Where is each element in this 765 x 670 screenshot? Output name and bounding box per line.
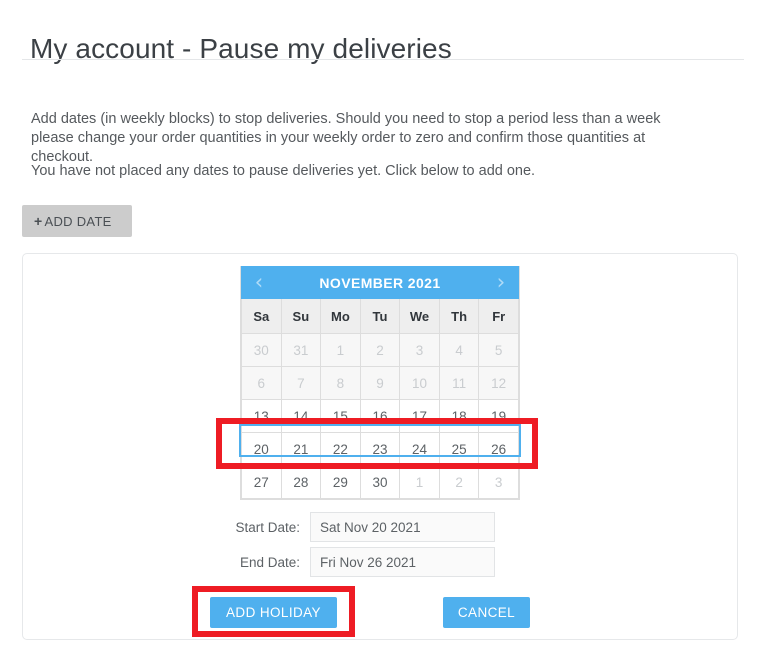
- add-date-label: ADD DATE: [44, 214, 112, 229]
- calendar-day-cell[interactable]: 14: [280, 399, 322, 433]
- calendar-day-cell: 5: [478, 333, 519, 367]
- calendar-day-cell: 1: [320, 333, 361, 367]
- calendar-day-cell[interactable]: 29: [320, 465, 361, 499]
- end-date-label: End Date:: [239, 554, 300, 570]
- calendar-day-cell: 8: [320, 366, 361, 400]
- calendar-day-cell: 3: [399, 333, 440, 367]
- calendar-day-cell[interactable]: 26: [478, 432, 519, 466]
- calendar-day-cell[interactable]: 21: [280, 432, 322, 466]
- date-picker-calendar: ‹ NOVEMBER 2021 › Sa Su Mo Tu We Th Fr 30 31 1 2 3…: [240, 266, 520, 500]
- end-date-row: End Date:: [215, 547, 495, 577]
- calendar-day-cell: 30: [241, 333, 282, 367]
- calendar-day-cell[interactable]: 27: [241, 465, 282, 499]
- calendar-weekday-mo: Mo: [320, 299, 361, 334]
- calendar-day-cell: 9: [359, 366, 401, 400]
- calendar-weekday-fr: Fr: [478, 299, 519, 334]
- calendar-grid: Sa Su Mo Tu We Th Fr 30 31 1 2 3 4 5 6 7 8 9 10 11 12 13 14 15…: [241, 299, 519, 499]
- calendar-day-cell: 7: [280, 366, 322, 400]
- calendar-day-cell[interactable]: 23: [359, 432, 401, 466]
- calendar-weekday-th: Th: [438, 299, 480, 334]
- calendar-week-row: 30 31 1 2 3 4 5: [241, 333, 519, 367]
- calendar-day-cell: 12: [478, 366, 519, 400]
- calendar-day-cell[interactable]: 20: [241, 432, 282, 466]
- intro-paragraph-2: You have not placed any dates to pause d…: [31, 162, 536, 179]
- calendar-day-cell[interactable]: 25: [438, 432, 480, 466]
- calendar-day-cell[interactable]: 3: [478, 465, 519, 499]
- calendar-day-cell[interactable]: 22: [320, 432, 361, 466]
- calendar-weekday-we: We: [399, 299, 440, 334]
- calendar-day-cell: 6: [241, 366, 282, 400]
- calendar-weekday-row: Sa Su Mo Tu We Th Fr: [241, 299, 519, 334]
- calendar-day-cell: 10: [399, 366, 440, 400]
- calendar-day-cell[interactable]: 30: [359, 465, 401, 499]
- calendar-day-cell: 31: [280, 333, 322, 367]
- calendar-day-cell[interactable]: 16: [359, 399, 401, 433]
- add-holiday-button[interactable]: ADD HOLIDAY: [210, 597, 337, 628]
- calendar-week-row: 27 28 29 30 1 2 3: [241, 465, 519, 499]
- calendar-day-cell[interactable]: 17: [399, 399, 440, 433]
- calendar-day-cell[interactable]: 18: [438, 399, 480, 433]
- start-date-row: Start Date:: [215, 512, 495, 542]
- calendar-day-cell[interactable]: 1: [399, 465, 440, 499]
- calendar-month-title: NOVEMBER 2021: [319, 274, 441, 291]
- calendar-day-cell: 11: [438, 366, 480, 400]
- calendar-weekday-sa: Sa: [241, 299, 282, 334]
- cancel-button[interactable]: CANCEL: [443, 597, 530, 628]
- calendar-header: ‹ NOVEMBER 2021 ›: [241, 266, 519, 299]
- calendar-week-row: 20 21 22 23 24 25 26: [241, 432, 519, 466]
- calendar-day-cell[interactable]: 15: [320, 399, 361, 433]
- start-date-input[interactable]: [310, 512, 495, 542]
- calendar-day-cell[interactable]: 2: [438, 465, 480, 499]
- calendar-week-row: 6 7 8 9 10 11 12: [241, 366, 519, 400]
- calendar-day-cell: 2: [359, 333, 401, 367]
- chevron-right-icon[interactable]: ›: [491, 272, 511, 293]
- intro-paragraph-1: Add dates (in weekly blocks) to stop del…: [31, 110, 661, 165]
- plus-icon: +: [34, 213, 43, 229]
- calendar-day-cell[interactable]: 13: [241, 399, 282, 433]
- start-date-label: Start Date:: [235, 519, 300, 535]
- title-divider: [22, 59, 744, 60]
- calendar-week-row: 13 14 15 16 17 18 19: [241, 399, 519, 433]
- add-date-button[interactable]: + ADD DATE: [22, 205, 132, 237]
- calendar-weekday-tu: Tu: [359, 299, 401, 334]
- chevron-left-icon[interactable]: ‹: [249, 272, 269, 293]
- calendar-day-cell[interactable]: 28: [280, 465, 322, 499]
- calendar-day-cell: 4: [438, 333, 480, 367]
- calendar-weekday-su: Su: [280, 299, 322, 334]
- end-date-input[interactable]: [310, 547, 495, 577]
- calendar-day-cell[interactable]: 24: [399, 432, 440, 466]
- calendar-day-cell[interactable]: 19: [478, 399, 519, 433]
